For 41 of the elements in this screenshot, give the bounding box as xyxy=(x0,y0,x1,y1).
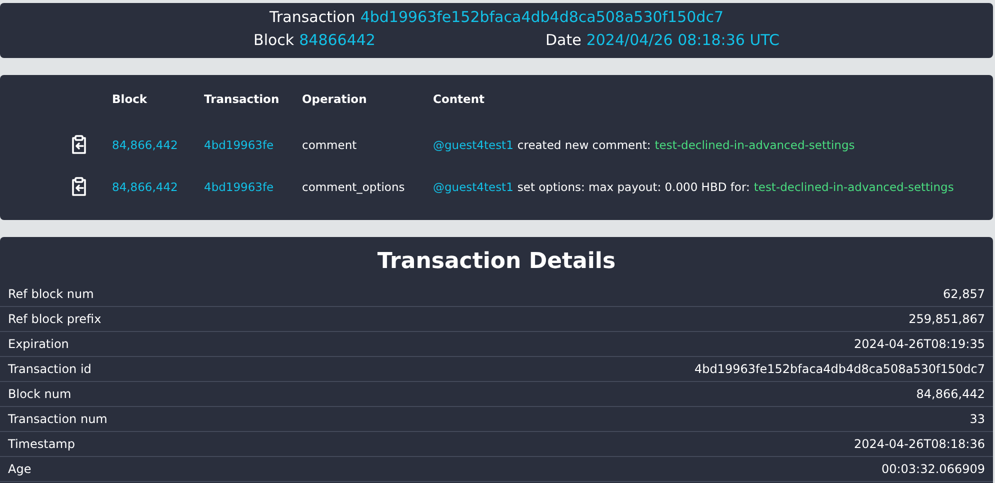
detail-value: 00:03:32.066909 xyxy=(881,462,985,476)
operation-cell-text: comment_options xyxy=(302,179,406,196)
detail-label: Age xyxy=(8,462,32,476)
column-header: Content xyxy=(433,91,486,108)
detail-value: 33 xyxy=(970,412,985,426)
detail-label: Expiration xyxy=(8,337,69,351)
detail-label: Block num xyxy=(8,387,72,401)
clipboard-icon[interactable] xyxy=(70,177,88,197)
column-header: Block xyxy=(112,91,148,108)
transaction-label: Transaction xyxy=(270,8,356,26)
account-link[interactable]: @guest4test1 xyxy=(433,180,514,194)
detail-label: Transaction id xyxy=(8,362,92,376)
clipboard-icon[interactable] xyxy=(70,135,88,155)
detail-value: 2024-04-26T08:18:36 xyxy=(854,437,985,451)
block-link[interactable]: 84866442 xyxy=(299,31,376,49)
detail-value: 62,857 xyxy=(943,287,985,301)
permlink-link[interactable]: test-declined-in-advanced-settings xyxy=(754,180,954,194)
detail-label: Ref block num xyxy=(8,287,94,301)
block-link[interactable]: 84,866,442 xyxy=(112,138,178,152)
detail-value: 4bd19963fe152bfaca4db4d8ca508a530f150dc7 xyxy=(694,362,985,376)
permlink-link[interactable]: test-declined-in-advanced-settings xyxy=(654,138,855,152)
date-value: 2024/04/26 08:18:36 UTC xyxy=(586,31,780,49)
column-header: Transaction xyxy=(204,91,280,108)
detail-label: Transaction num xyxy=(8,412,108,426)
transaction-link[interactable]: 4bd19963fe xyxy=(204,138,274,152)
details-title: Transaction Details xyxy=(377,249,616,274)
detail-value: 84,866,442 xyxy=(916,387,985,401)
content-text: created new comment: xyxy=(517,138,651,152)
detail-value: 2024-04-26T08:19:35 xyxy=(854,337,985,351)
detail-label: Ref block prefix xyxy=(8,312,102,326)
account-link[interactable]: @guest4test1 xyxy=(433,138,514,152)
date-label: Date xyxy=(545,31,582,49)
block-label: Block xyxy=(254,31,294,49)
block-link[interactable]: 84,866,442 xyxy=(112,180,178,194)
transaction-link[interactable]: 4bd19963fe xyxy=(204,180,274,194)
content-text: set options: max payout: 0.000 HBD for: xyxy=(517,180,750,194)
detail-value: 259,851,867 xyxy=(908,312,985,326)
transaction-id-link[interactable]: 4bd19963fe152bfaca4db4d8ca508a530f150dc7 xyxy=(360,8,724,26)
operation-cell-text: comment xyxy=(302,137,358,154)
detail-label: Timestamp xyxy=(8,437,75,451)
column-header: Operation xyxy=(302,91,368,108)
